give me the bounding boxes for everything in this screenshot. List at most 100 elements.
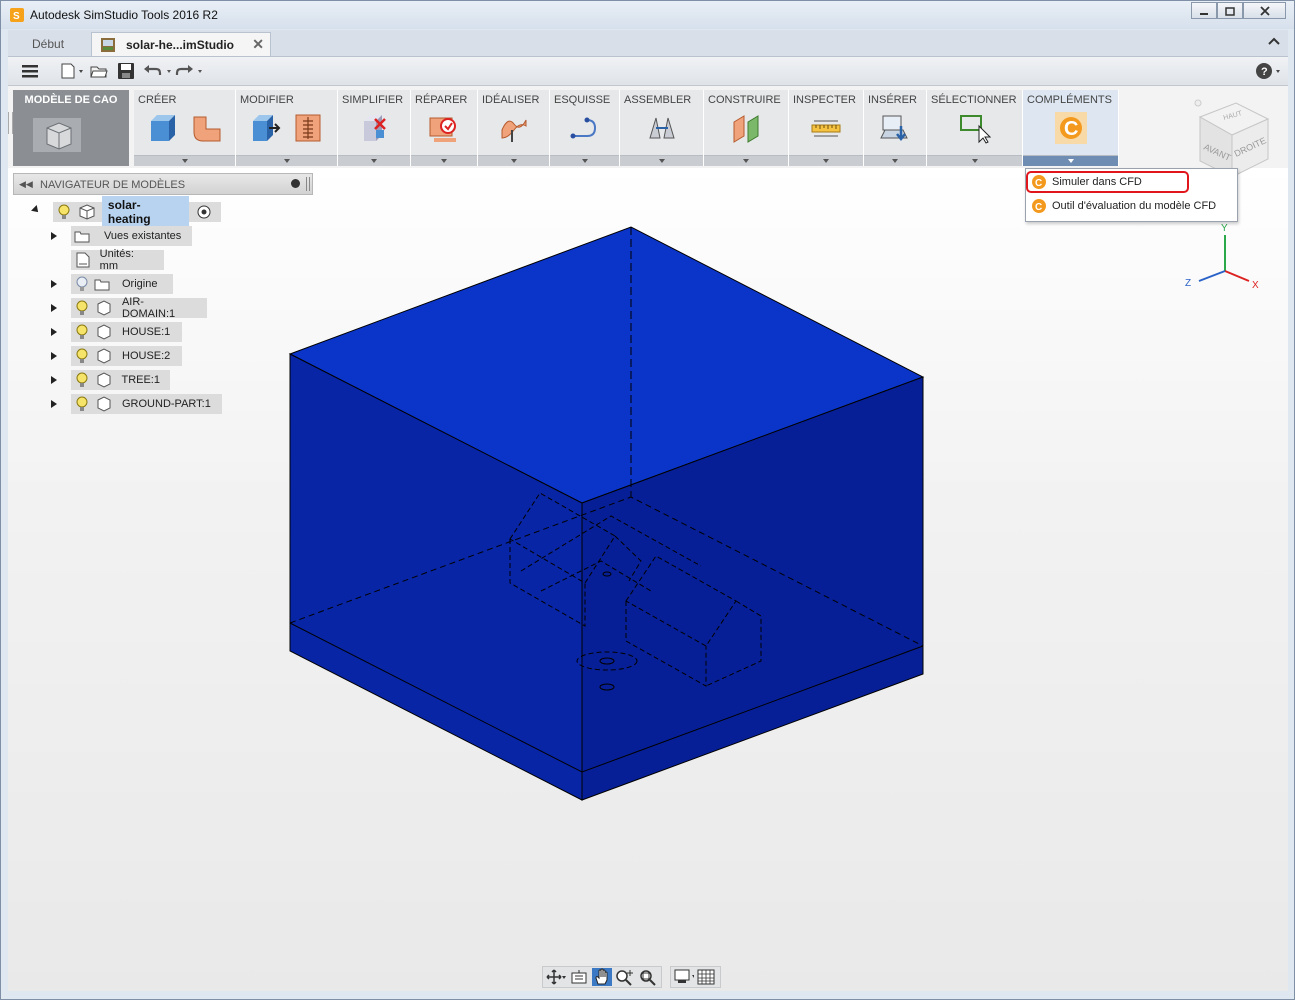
- nav-group-view-tools: [542, 966, 662, 988]
- panel-create-dropdown[interactable]: [134, 155, 235, 166]
- box-icon[interactable]: [147, 112, 179, 144]
- browser-item-house-1[interactable]: HOUSE:1: [71, 322, 182, 342]
- panel-simplify-dropdown[interactable]: [338, 155, 410, 166]
- panel-assemble-dropdown[interactable]: [620, 155, 703, 166]
- minimize-button[interactable]: [1191, 2, 1217, 19]
- offset-plane-icon[interactable]: [730, 112, 762, 144]
- panel-idealize-dropdown[interactable]: [478, 155, 549, 166]
- panel-select: SÉLECTIONNER: [927, 90, 1023, 166]
- joint-icon[interactable]: [646, 112, 678, 144]
- browser-pin-icon[interactable]: [291, 179, 300, 188]
- visibility-bulb-icon[interactable]: [74, 396, 90, 412]
- expand-arrow-icon[interactable]: [51, 232, 57, 240]
- cfd-addin-icon: C: [1032, 175, 1046, 189]
- tab-home[interactable]: Début: [16, 32, 96, 56]
- nav-group-display: [670, 966, 721, 988]
- workspace-switcher[interactable]: MODÈLE DE CAO: [13, 90, 129, 166]
- browser-item-ground-part[interactable]: GROUND-PART:1: [71, 394, 222, 414]
- expand-arrow-icon[interactable]: [51, 352, 57, 360]
- menu-item-cfd-model-assessment[interactable]: C Outil d'évaluation du modèle CFD: [1028, 195, 1233, 217]
- expand-arrow-icon[interactable]: [51, 400, 57, 408]
- repair-icon[interactable]: [428, 112, 460, 144]
- insert-derive-icon[interactable]: [879, 112, 911, 144]
- house-2-label: HOUSE:2: [122, 350, 171, 362]
- browser-item-house-2[interactable]: HOUSE:2: [71, 346, 182, 366]
- close-icon: [1259, 5, 1270, 16]
- visibility-bulb-icon[interactable]: [74, 324, 90, 340]
- orbit-button[interactable]: [546, 968, 566, 986]
- zoom-button[interactable]: [615, 968, 635, 986]
- redo-icon[interactable]: [175, 62, 207, 80]
- panel-construct-label: CONSTRUIRE: [708, 94, 781, 106]
- panel-insert-dropdown[interactable]: [864, 155, 926, 166]
- panel-modify-label: MODIFIER: [240, 94, 294, 106]
- cfd-addin-icon[interactable]: C: [1054, 112, 1087, 144]
- data-panel-menu-icon[interactable]: [21, 62, 39, 80]
- pan-button[interactable]: [592, 968, 612, 986]
- look-at-button[interactable]: [569, 968, 589, 986]
- undo-icon[interactable]: [143, 62, 175, 80]
- browser-collapse-icon[interactable]: ◀◀: [19, 179, 33, 190]
- document-settings-icon: [76, 252, 90, 268]
- workspace-label: MODÈLE DE CAO: [24, 94, 118, 106]
- visibility-bulb-icon[interactable]: [74, 276, 90, 292]
- browser-item-views[interactable]: Vues existantes: [71, 226, 192, 246]
- orbit-icon: [546, 969, 566, 985]
- expand-arrow-icon[interactable]: [51, 280, 57, 288]
- activate-radio-icon[interactable]: [197, 205, 211, 219]
- panel-idealize: IDÉALISER: [478, 90, 550, 166]
- browser-item-tree[interactable]: TREE:1: [71, 370, 170, 390]
- visibility-bulb-icon[interactable]: [74, 348, 90, 364]
- home-view-icon[interactable]: [1194, 99, 1202, 107]
- 3d-model-viewport[interactable]: [8, 168, 1288, 991]
- browser-item-origin[interactable]: Origine: [71, 274, 173, 294]
- panel-construct-dropdown[interactable]: [704, 155, 788, 166]
- browser-root-node[interactable]: solar-heating: [53, 196, 221, 228]
- new-file-icon[interactable]: [60, 62, 86, 80]
- display-settings-button[interactable]: [674, 968, 694, 986]
- help-icon[interactable]: ?: [1256, 62, 1284, 80]
- surface-icon[interactable]: [498, 112, 530, 144]
- fillet-icon[interactable]: [293, 112, 325, 144]
- panel-repair-dropdown[interactable]: [411, 155, 477, 166]
- expand-arrow-icon[interactable]: [51, 376, 57, 384]
- browser-item-air-domain[interactable]: AIR-DOMAIN:1: [71, 296, 207, 320]
- tab-document[interactable]: solar-he...imStudio ✕: [91, 32, 271, 56]
- save-icon[interactable]: [117, 62, 135, 80]
- visibility-bulb-icon[interactable]: [74, 300, 90, 316]
- fit-button[interactable]: [638, 968, 658, 986]
- visibility-bulb-icon[interactable]: [74, 372, 90, 388]
- menu-item-simulate-cfd[interactable]: C Simuler dans CFD: [1026, 171, 1189, 193]
- browser-item-units[interactable]: Unités: mm: [71, 248, 164, 272]
- close-button[interactable]: [1243, 2, 1286, 19]
- panel-repair-label: RÉPARER: [415, 94, 468, 106]
- visibility-bulb-icon[interactable]: [56, 204, 72, 220]
- measure-icon[interactable]: [810, 112, 842, 144]
- graphics-canvas[interactable]: [8, 168, 1288, 991]
- folder-icon: [94, 279, 110, 291]
- panel-modify-dropdown[interactable]: [236, 155, 337, 166]
- remove-features-icon[interactable]: [358, 112, 390, 144]
- panel-addins-dropdown[interactable]: [1023, 155, 1118, 166]
- sketch-line-icon[interactable]: [569, 112, 601, 144]
- collapse-chevron-icon[interactable]: [1268, 36, 1280, 46]
- grid-settings-button[interactable]: [697, 968, 717, 986]
- tab-home-label: Début: [32, 37, 65, 51]
- expand-arrow-icon[interactable]: [51, 304, 57, 312]
- views-label: Vues existantes: [104, 230, 182, 242]
- panel-simplify-label: SIMPLIFIER: [342, 94, 404, 106]
- sweep-icon[interactable]: [191, 112, 223, 144]
- panel-inspect-dropdown[interactable]: [789, 155, 863, 166]
- open-folder-icon[interactable]: [90, 62, 108, 80]
- panel-select-dropdown[interactable]: [927, 155, 1022, 166]
- maximize-button[interactable]: [1217, 2, 1243, 19]
- panel-sketch-dropdown[interactable]: [550, 155, 619, 166]
- expand-arrow-icon[interactable]: [51, 328, 57, 336]
- app-logo-icon: S: [10, 8, 24, 22]
- tab-close-icon[interactable]: ✕: [252, 36, 264, 53]
- browser-grip[interactable]: [306, 177, 310, 191]
- press-pull-icon[interactable]: [249, 112, 281, 144]
- window-select-icon[interactable]: [959, 112, 991, 144]
- pan-hand-icon: [595, 968, 608, 985]
- model-browser-header: ◀◀ NAVIGATEUR DE MODÈLES: [13, 173, 313, 195]
